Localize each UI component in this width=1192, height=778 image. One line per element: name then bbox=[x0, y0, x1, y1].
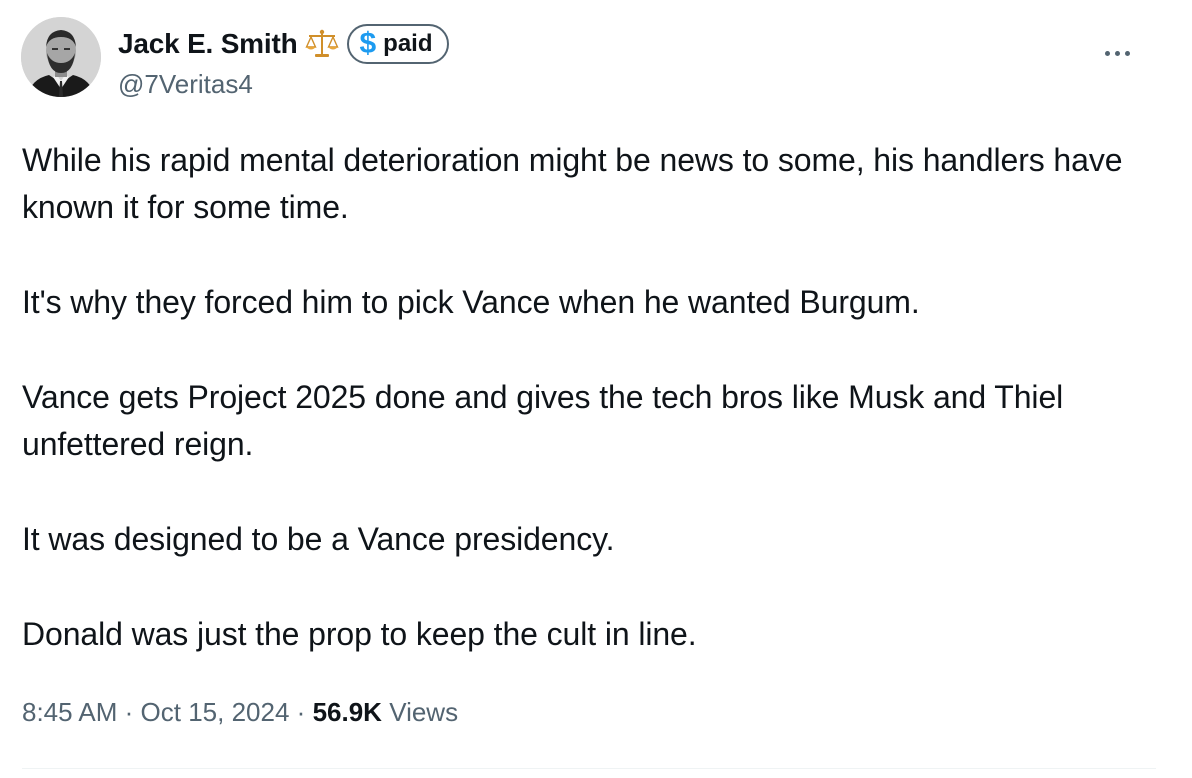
balance-scale-icon bbox=[305, 29, 340, 59]
tweet-paragraph: While his rapid mental deterioration mig… bbox=[22, 142, 1123, 225]
divider bbox=[22, 768, 1156, 769]
meta-separator: · bbox=[124, 697, 134, 727]
avatar[interactable] bbox=[21, 17, 101, 97]
tweet-paragraph: It was designed to be a Vance presidency… bbox=[22, 521, 615, 557]
tweet-meta: 8:45 AM · Oct 15, 2024 · 56.9K Views bbox=[22, 697, 458, 728]
tweet: Jack E. Smith $ paid @7Veritas4 While hi… bbox=[0, 0, 1192, 778]
avatar-image bbox=[21, 17, 101, 97]
more-dot-icon bbox=[1104, 50, 1110, 56]
tweet-text: While his rapid mental deterioration mig… bbox=[22, 137, 1172, 658]
paid-label: paid bbox=[383, 30, 433, 57]
tweet-time[interactable]: 8:45 AM bbox=[22, 697, 117, 727]
name-row: Jack E. Smith $ paid bbox=[118, 24, 449, 64]
tweet-paragraph: Vance gets Project 2025 done and gives t… bbox=[22, 379, 1064, 462]
author-names: Jack E. Smith $ paid @7Veritas4 bbox=[118, 24, 449, 100]
more-options-button[interactable] bbox=[1097, 41, 1137, 65]
paid-badge[interactable]: $ paid bbox=[347, 24, 449, 64]
views-label[interactable]: Views bbox=[389, 697, 458, 727]
meta-separator: · bbox=[296, 697, 306, 727]
dollar-icon: $ bbox=[359, 27, 377, 60]
tweet-header: Jack E. Smith $ paid @7Veritas4 bbox=[21, 17, 1161, 101]
tweet-paragraph: Donald was just the prop to keep the cul… bbox=[22, 616, 697, 652]
views-count[interactable]: 56.9K bbox=[313, 697, 382, 727]
author-display-name[interactable]: Jack E. Smith bbox=[118, 28, 298, 60]
more-dot-icon bbox=[1114, 50, 1120, 56]
more-dot-icon bbox=[1124, 50, 1130, 56]
tweet-date[interactable]: Oct 15, 2024 bbox=[141, 697, 290, 727]
author-handle[interactable]: @7Veritas4 bbox=[118, 69, 449, 100]
tweet-paragraph: It's why they forced him to pick Vance w… bbox=[22, 284, 920, 320]
